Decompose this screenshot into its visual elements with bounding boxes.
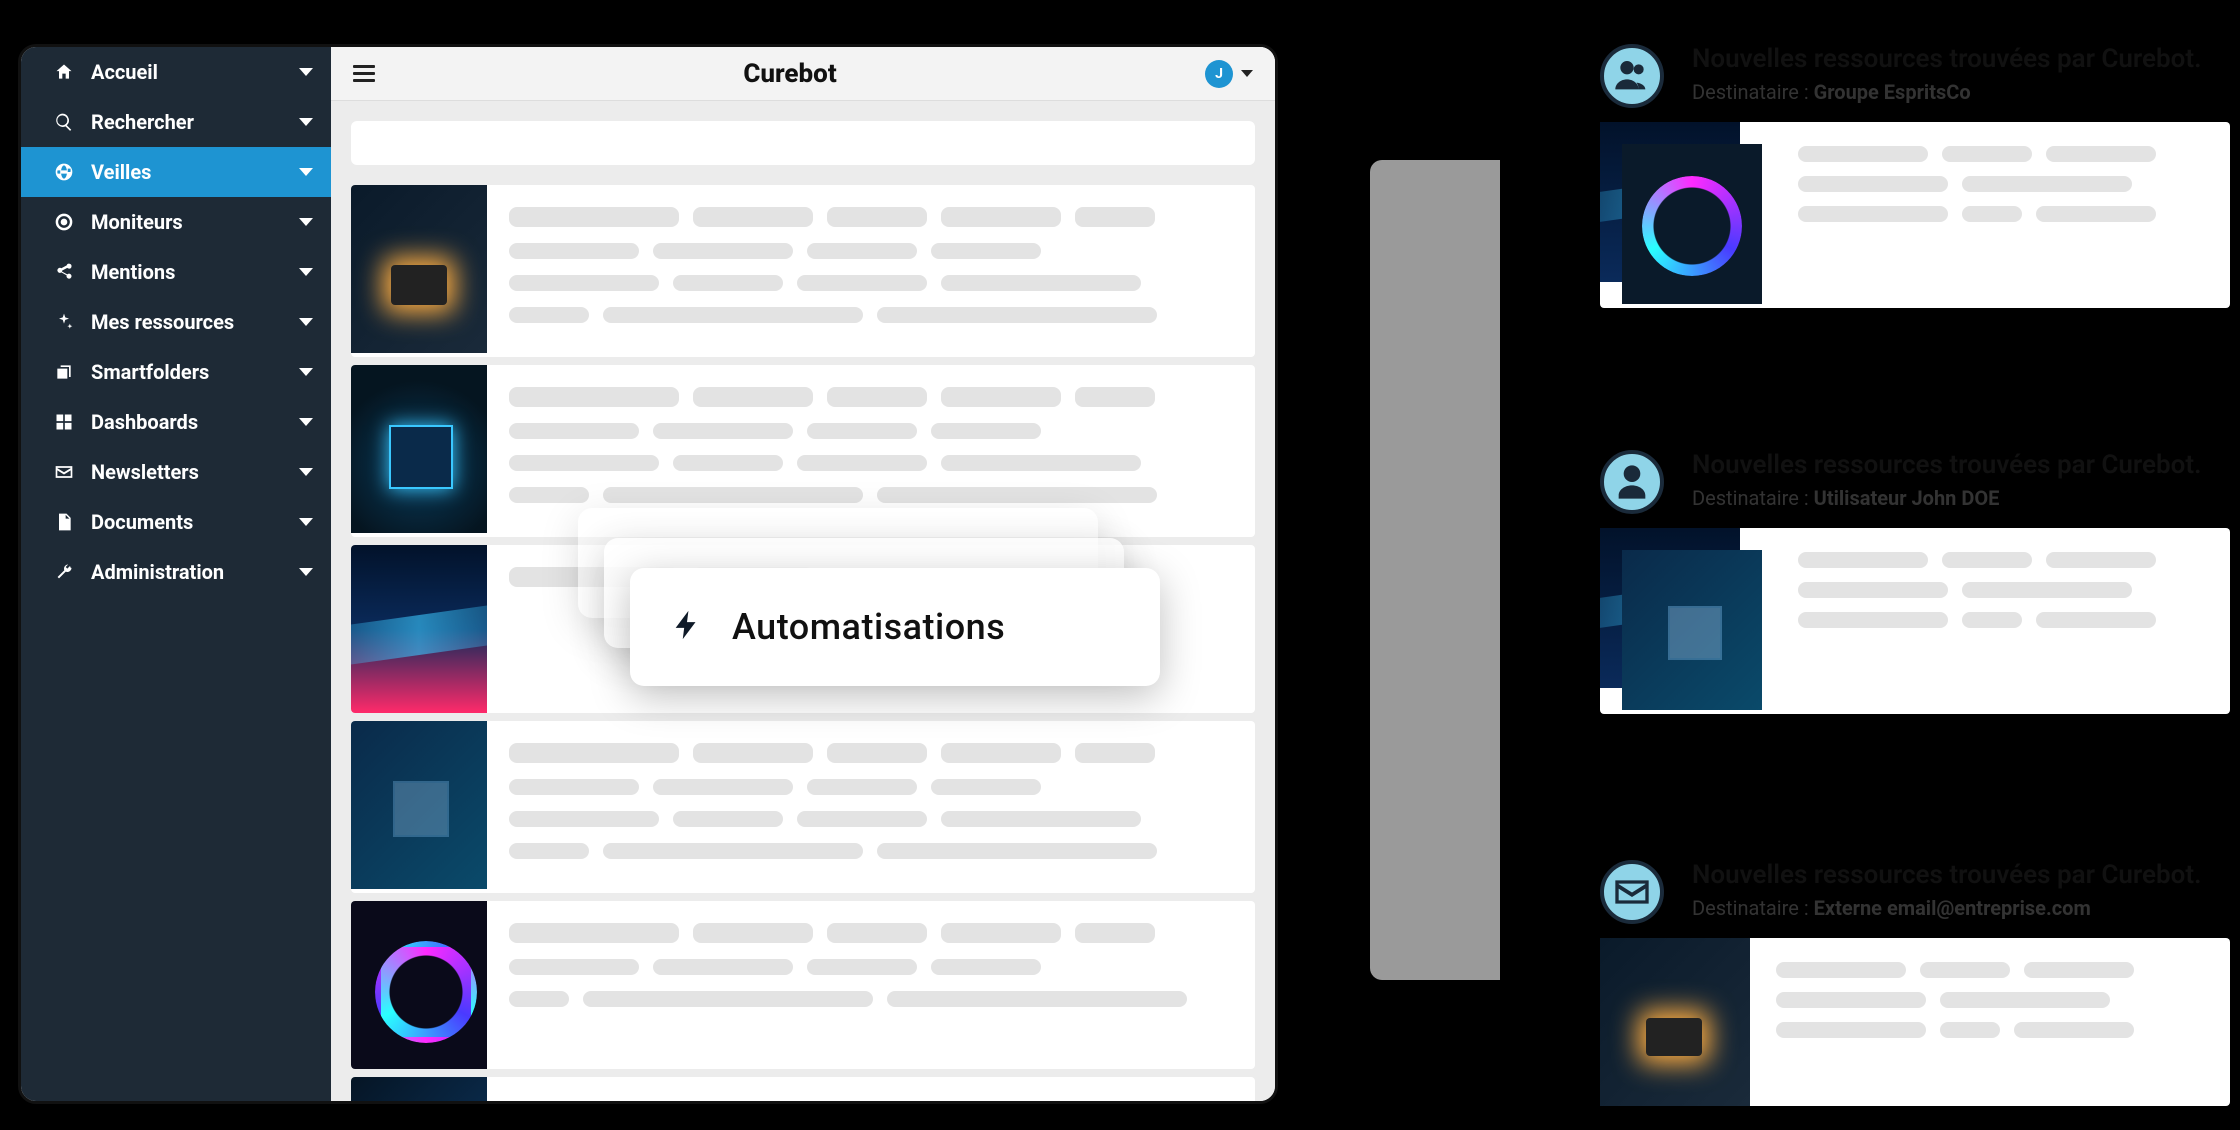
- brand-title: Curebot: [375, 59, 1205, 89]
- chevron-down-icon: [299, 118, 313, 126]
- group-avatar-icon: [1600, 44, 1664, 108]
- notification-skeleton: [1750, 938, 2230, 1106]
- feed-thumbnail: [351, 365, 487, 533]
- user-menu[interactable]: J: [1205, 60, 1253, 88]
- sidebar-item-documents[interactable]: Documents: [21, 497, 331, 547]
- sidebar-item-administration[interactable]: Administration: [21, 547, 331, 597]
- sidebar-item-label: Administration: [91, 560, 299, 584]
- globe-icon: [51, 162, 77, 182]
- notification-body[interactable]: [1600, 122, 2230, 308]
- bolt-icon: [670, 608, 704, 646]
- mail-avatar-icon: [1600, 860, 1664, 924]
- copy-icon: [51, 362, 77, 382]
- search-input[interactable]: [351, 121, 1255, 165]
- sidebar-item-rechercher[interactable]: Rechercher: [21, 97, 331, 147]
- automations-card[interactable]: Automatisations: [630, 568, 1160, 686]
- notification-card: Nouvelles ressources trouvées par Curebo…: [1600, 450, 2230, 714]
- feed-thumbnail: [351, 545, 487, 713]
- share-icon: [51, 262, 77, 282]
- feed-item[interactable]: [351, 901, 1255, 1069]
- hamburger-button[interactable]: [353, 65, 375, 82]
- chevron-down-icon: [299, 168, 313, 176]
- resource-thumbnail: [1600, 938, 1750, 1106]
- chevron-down-icon: [299, 218, 313, 226]
- notification-body[interactable]: [1600, 528, 2230, 714]
- notification-skeleton: [1772, 528, 2230, 714]
- feed-item[interactable]: [351, 1077, 1255, 1104]
- chevron-down-icon: [1241, 70, 1253, 77]
- feed-item[interactable]: [351, 721, 1255, 893]
- feed-skeleton: [487, 901, 1255, 1069]
- feed-thumbnail: [351, 901, 487, 1069]
- sidebar-item-label: Newsletters: [91, 460, 299, 484]
- sidebar-item-label: Moniteurs: [91, 210, 299, 234]
- user-avatar: J: [1205, 60, 1233, 88]
- resource-thumbnail: [1622, 550, 1762, 710]
- notification-title: Nouvelles ressources trouvées par Curebo…: [1692, 860, 2201, 890]
- notification-title: Nouvelles ressources trouvées par Curebo…: [1692, 450, 2201, 480]
- sidebar-item-accueil[interactable]: Accueil: [21, 47, 331, 97]
- user-avatar-icon: [1600, 450, 1664, 514]
- chevron-down-icon: [299, 318, 313, 326]
- feed-thumbnail: [351, 1077, 487, 1104]
- resource-thumbnail: [1622, 144, 1762, 304]
- sidebar-item-veilles[interactable]: Veilles: [21, 147, 331, 197]
- sidebar-item-label: Documents: [91, 510, 299, 534]
- notification-card: Nouvelles ressources trouvées par Curebo…: [1600, 44, 2230, 308]
- chevron-down-icon: [299, 368, 313, 376]
- sidebar-item-newsletters[interactable]: Newsletters: [21, 447, 331, 497]
- sidebar-item-dashboards[interactable]: Dashboards: [21, 397, 331, 447]
- target-icon: [51, 212, 77, 232]
- sidebar-item-label: Dashboards: [91, 410, 299, 434]
- feed-thumbnail: [351, 185, 487, 353]
- sidebar-item-mentions[interactable]: Mentions: [21, 247, 331, 297]
- sidebar-item-label: Veilles: [91, 160, 299, 184]
- sidebar-item-label: Smartfolders: [91, 360, 299, 384]
- notification-recipient: Destinataire : Utilisateur John DOE: [1692, 486, 2201, 510]
- chevron-down-icon: [299, 468, 313, 476]
- grid-icon: [51, 412, 77, 432]
- notification-skeleton: [1772, 122, 2230, 308]
- search-icon: [51, 112, 77, 132]
- background-panel: [1370, 160, 1500, 980]
- notification-recipient: Destinataire : Groupe EspritsCo: [1692, 80, 2201, 104]
- feed-skeleton: [487, 721, 1255, 893]
- sparkle-icon: [51, 312, 77, 332]
- mail-icon: [51, 462, 77, 482]
- sidebar-item-label: Accueil: [91, 60, 299, 84]
- topbar: Curebot J: [331, 47, 1275, 101]
- sidebar: Accueil Rechercher Veilles Moniteurs Men: [21, 47, 331, 1101]
- sidebar-item-mes-ressources[interactable]: Mes ressources: [21, 297, 331, 347]
- chevron-down-icon: [299, 568, 313, 576]
- notification-body[interactable]: [1600, 938, 2230, 1106]
- feed-item[interactable]: [351, 185, 1255, 357]
- chevron-down-icon: [299, 68, 313, 76]
- document-icon: [51, 512, 77, 532]
- feed-skeleton: [487, 1077, 1255, 1104]
- sidebar-item-label: Mentions: [91, 260, 299, 284]
- sidebar-item-moniteurs[interactable]: Moniteurs: [21, 197, 331, 247]
- wrench-icon: [51, 562, 77, 582]
- notification-recipient: Destinataire : Externe email@entreprise.…: [1692, 896, 2201, 920]
- sidebar-item-label: Rechercher: [91, 110, 299, 134]
- sidebar-item-smartfolders[interactable]: Smartfolders: [21, 347, 331, 397]
- home-icon: [51, 62, 77, 82]
- notification-title: Nouvelles ressources trouvées par Curebo…: [1692, 44, 2201, 74]
- notification-card: Nouvelles ressources trouvées par Curebo…: [1600, 860, 2230, 1106]
- feed-skeleton: [487, 185, 1255, 357]
- feed-thumbnail: [351, 721, 487, 889]
- chevron-down-icon: [299, 518, 313, 526]
- automations-title: Automatisations: [732, 606, 1005, 648]
- chevron-down-icon: [299, 268, 313, 276]
- sidebar-item-label: Mes ressources: [91, 310, 299, 334]
- chevron-down-icon: [299, 418, 313, 426]
